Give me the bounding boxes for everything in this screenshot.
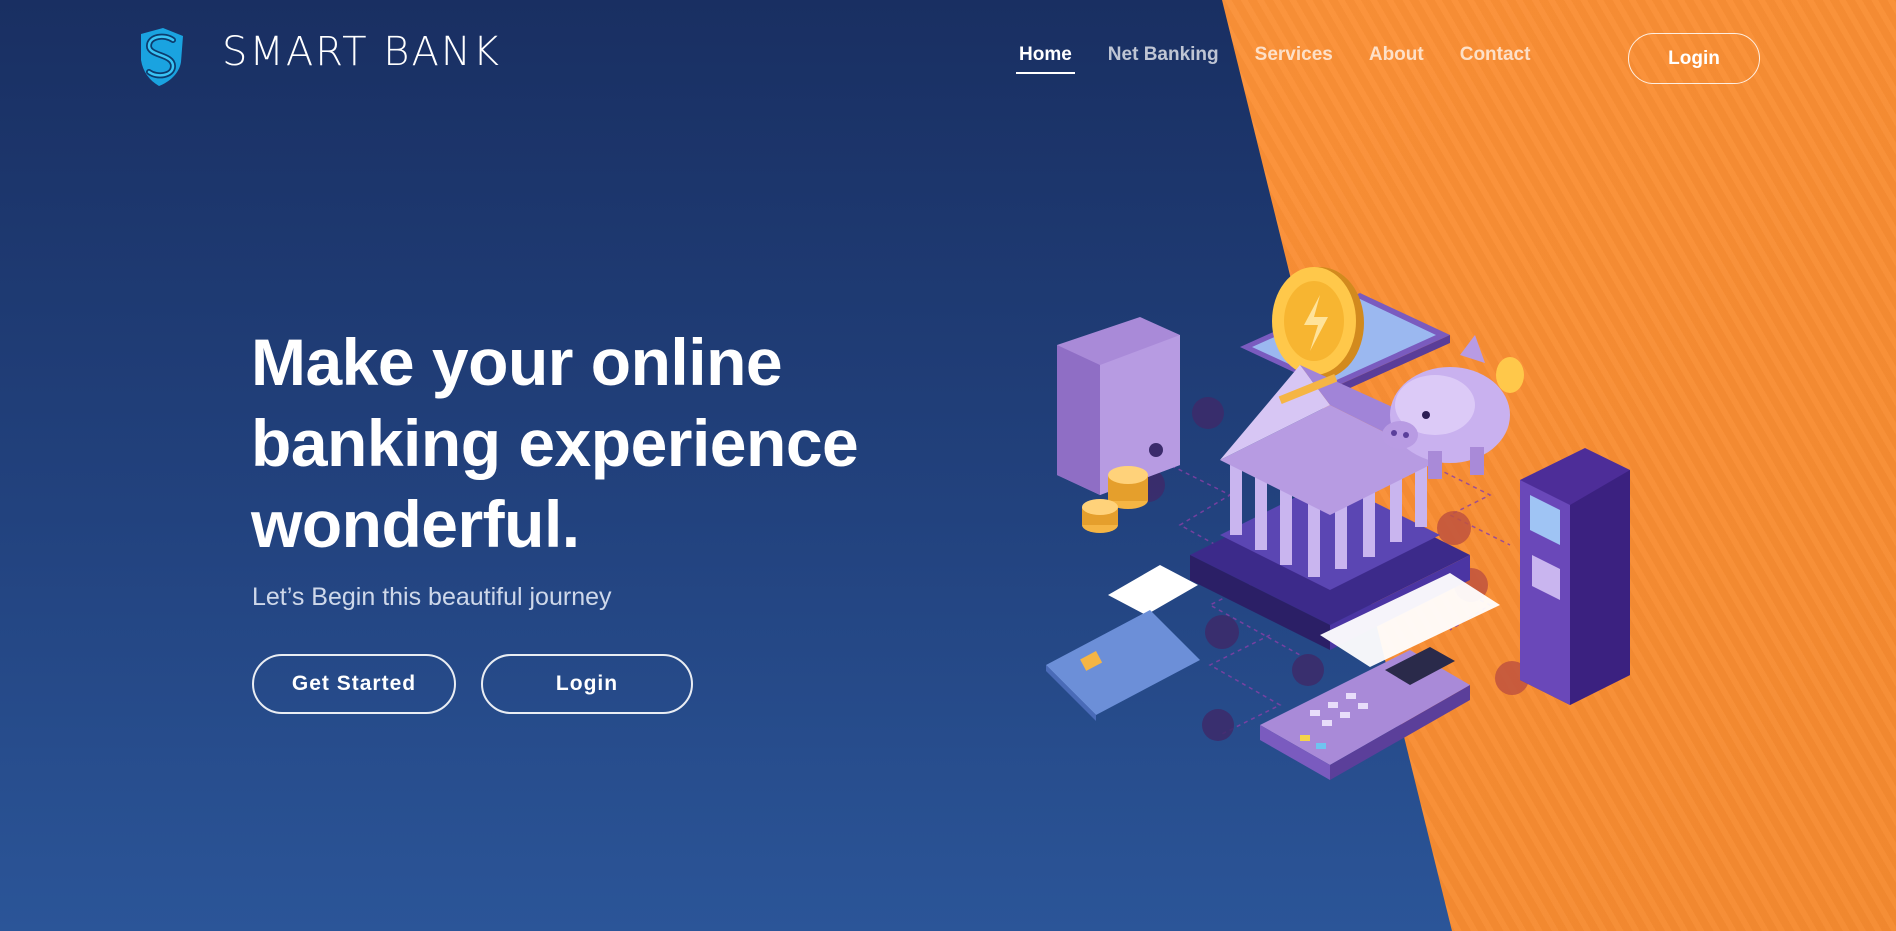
logo[interactable] — [137, 28, 187, 88]
hero-title: Make your online banking experience wond… — [251, 322, 971, 565]
brand-name: SMART BANK — [222, 29, 502, 75]
get-started-button[interactable]: Get Started — [252, 654, 456, 714]
header-login-button[interactable]: Login — [1628, 33, 1760, 84]
hero-subtitle: Let’s Begin this beautiful journey — [252, 583, 612, 611]
hero-login-button[interactable]: Login — [481, 654, 693, 714]
hero-title-line-2: banking experience — [251, 406, 859, 480]
shield-s-icon — [141, 28, 183, 86]
nav-contact[interactable]: Contact — [1460, 44, 1531, 74]
nav-about[interactable]: About — [1369, 44, 1424, 74]
nav-home[interactable]: Home — [1016, 44, 1075, 74]
atm-icon — [1520, 448, 1630, 705]
banking-illustration — [1046, 267, 1630, 780]
credit-card-icon — [1046, 565, 1200, 721]
nav-net-banking[interactable]: Net Banking — [1108, 44, 1219, 74]
main-nav: Home Net Banking Services About Contact — [1016, 44, 1566, 74]
hero-title-line-3: wonderful. — [251, 487, 580, 561]
hero-title-line-1: Make your online — [251, 325, 783, 399]
nav-services[interactable]: Services — [1255, 44, 1333, 74]
